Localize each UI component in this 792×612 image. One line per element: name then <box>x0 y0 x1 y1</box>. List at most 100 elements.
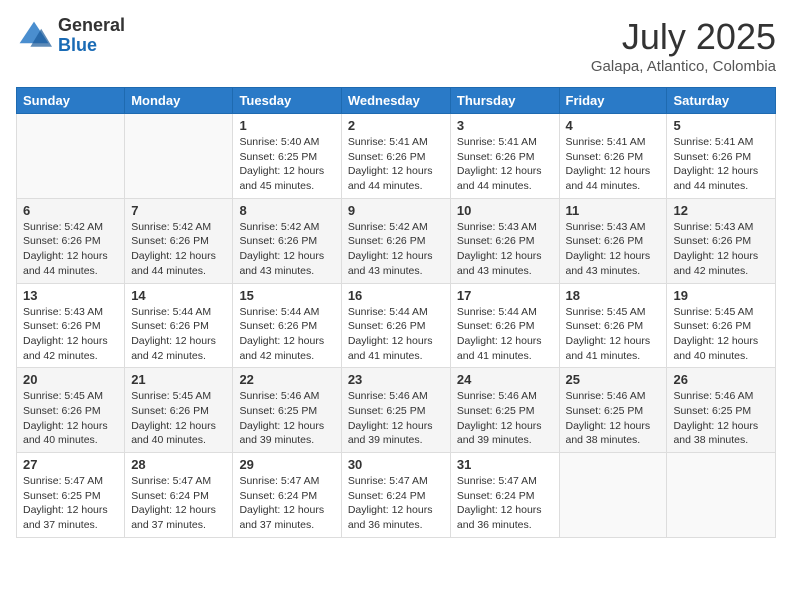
day-number: 26 <box>673 372 769 387</box>
day-number: 1 <box>239 118 334 133</box>
day-info: Sunrise: 5:47 AMSunset: 6:25 PMDaylight:… <box>23 474 118 533</box>
logo-icon <box>16 18 52 54</box>
day-number: 18 <box>566 288 661 303</box>
day-info: Sunrise: 5:44 AMSunset: 6:26 PMDaylight:… <box>239 305 334 364</box>
logo-general-text: General <box>58 16 125 36</box>
day-info: Sunrise: 5:47 AMSunset: 6:24 PMDaylight:… <box>348 474 444 533</box>
day-number: 30 <box>348 457 444 472</box>
day-number: 23 <box>348 372 444 387</box>
day-info: Sunrise: 5:45 AMSunset: 6:26 PMDaylight:… <box>673 305 769 364</box>
calendar-cell: 26 Sunrise: 5:46 AMSunset: 6:25 PMDayligh… <box>667 368 776 453</box>
title-block: July 2025 Galapa, Atlantico, Colombia <box>591 16 776 75</box>
day-info: Sunrise: 5:43 AMSunset: 6:26 PMDaylight:… <box>457 220 553 279</box>
day-info: Sunrise: 5:44 AMSunset: 6:26 PMDaylight:… <box>131 305 226 364</box>
day-info: Sunrise: 5:42 AMSunset: 6:26 PMDaylight:… <box>23 220 118 279</box>
calendar-cell: 10Sunrise: 5:43 AMSunset: 6:26 PMDayligh… <box>450 198 559 283</box>
day-number: 3 <box>457 118 553 133</box>
weekday-header: Wednesday <box>341 88 450 114</box>
day-number: 5 <box>673 118 769 133</box>
day-info: Sunrise: 5:40 AMSunset: 6:25 PMDaylight:… <box>239 135 334 194</box>
day-number: 29 <box>239 457 334 472</box>
day-number: 28 <box>131 457 226 472</box>
weekday-header: Thursday <box>450 88 559 114</box>
logo: General Blue <box>16 16 125 56</box>
calendar-week-row: 6Sunrise: 5:42 AMSunset: 6:26 PMDaylight… <box>17 198 776 283</box>
calendar-cell: 9 Sunrise: 5:42 AMSunset: 6:26 PMDaylight… <box>341 198 450 283</box>
day-number: 17 <box>457 288 553 303</box>
calendar-cell: 4 Sunrise: 5:41 AMSunset: 6:26 PMDaylight… <box>559 114 667 199</box>
day-number: 11 <box>566 203 661 218</box>
month-title: July 2025 <box>591 16 776 58</box>
weekday-header: Monday <box>125 88 233 114</box>
calendar-cell: 6Sunrise: 5:42 AMSunset: 6:26 PMDaylight… <box>17 198 125 283</box>
calendar-cell: 27Sunrise: 5:47 AMSunset: 6:25 PMDayligh… <box>17 453 125 538</box>
logo-text: General Blue <box>58 16 125 56</box>
calendar-cell: 18 Sunrise: 5:45 AMSunset: 6:26 PMDayligh… <box>559 283 667 368</box>
page-header: General Blue July 2025 Galapa, Atlantico… <box>16 16 776 75</box>
day-number: 12 <box>673 203 769 218</box>
day-info: Sunrise: 5:41 AMSunset: 6:26 PMDaylight:… <box>673 135 769 194</box>
calendar-cell: 24Sunrise: 5:46 AMSunset: 6:25 PMDayligh… <box>450 368 559 453</box>
calendar-cell: 7Sunrise: 5:42 AMSunset: 6:26 PMDaylight… <box>125 198 233 283</box>
day-info: Sunrise: 5:41 AMSunset: 6:26 PMDaylight:… <box>566 135 661 194</box>
day-info: Sunrise: 5:46 AMSunset: 6:25 PMDaylight:… <box>239 389 334 448</box>
day-number: 9 <box>348 203 444 218</box>
calendar-cell: 3 Sunrise: 5:41 AMSunset: 6:26 PMDaylight… <box>450 114 559 199</box>
calendar-cell: 16 Sunrise: 5:44 AMSunset: 6:26 PMDayligh… <box>341 283 450 368</box>
day-info: Sunrise: 5:47 AMSunset: 6:24 PMDaylight:… <box>131 474 226 533</box>
calendar-cell: 14 Sunrise: 5:44 AMSunset: 6:26 PMDayligh… <box>125 283 233 368</box>
calendar-cell: 12 Sunrise: 5:43 AMSunset: 6:26 PMDayligh… <box>667 198 776 283</box>
calendar-cell: 8Sunrise: 5:42 AMSunset: 6:26 PMDaylight… <box>233 198 341 283</box>
day-info: Sunrise: 5:45 AMSunset: 6:26 PMDaylight:… <box>566 305 661 364</box>
day-number: 7 <box>131 203 226 218</box>
calendar-cell: 28 Sunrise: 5:47 AMSunset: 6:24 PMDayligh… <box>125 453 233 538</box>
day-info: Sunrise: 5:41 AMSunset: 6:26 PMDaylight:… <box>457 135 553 194</box>
calendar-cell: 31Sunrise: 5:47 AMSunset: 6:24 PMDayligh… <box>450 453 559 538</box>
calendar-header-row: SundayMondayTuesdayWednesdayThursdayFrid… <box>17 88 776 114</box>
day-info: Sunrise: 5:46 AMSunset: 6:25 PMDaylight:… <box>673 389 769 448</box>
day-number: 20 <box>23 372 118 387</box>
day-number: 14 <box>131 288 226 303</box>
calendar-cell: 19 Sunrise: 5:45 AMSunset: 6:26 PMDayligh… <box>667 283 776 368</box>
calendar-week-row: 20 Sunrise: 5:45 AMSunset: 6:26 PMDayligh… <box>17 368 776 453</box>
day-info: Sunrise: 5:43 AMSunset: 6:26 PMDaylight:… <box>566 220 661 279</box>
calendar-cell: 29Sunrise: 5:47 AMSunset: 6:24 PMDayligh… <box>233 453 341 538</box>
calendar-cell: 30 Sunrise: 5:47 AMSunset: 6:24 PMDayligh… <box>341 453 450 538</box>
calendar-cell: 22 Sunrise: 5:46 AMSunset: 6:25 PMDayligh… <box>233 368 341 453</box>
day-info: Sunrise: 5:44 AMSunset: 6:26 PMDaylight:… <box>348 305 444 364</box>
calendar-cell: 11 Sunrise: 5:43 AMSunset: 6:26 PMDayligh… <box>559 198 667 283</box>
calendar-table: SundayMondayTuesdayWednesdayThursdayFrid… <box>16 87 776 538</box>
weekday-header: Sunday <box>17 88 125 114</box>
day-info: Sunrise: 5:43 AMSunset: 6:26 PMDaylight:… <box>23 305 118 364</box>
calendar-cell: 13 Sunrise: 5:43 AMSunset: 6:26 PMDayligh… <box>17 283 125 368</box>
day-info: Sunrise: 5:42 AMSunset: 6:26 PMDaylight:… <box>348 220 444 279</box>
calendar-cell: 21Sunrise: 5:45 AMSunset: 6:26 PMDayligh… <box>125 368 233 453</box>
day-number: 13 <box>23 288 118 303</box>
day-number: 25 <box>566 372 661 387</box>
day-info: Sunrise: 5:45 AMSunset: 6:26 PMDaylight:… <box>23 389 118 448</box>
calendar-week-row: 13 Sunrise: 5:43 AMSunset: 6:26 PMDayligh… <box>17 283 776 368</box>
weekday-header: Friday <box>559 88 667 114</box>
calendar-cell: 23Sunrise: 5:46 AMSunset: 6:25 PMDayligh… <box>341 368 450 453</box>
day-info: Sunrise: 5:46 AMSunset: 6:25 PMDaylight:… <box>457 389 553 448</box>
day-number: 4 <box>566 118 661 133</box>
day-info: Sunrise: 5:41 AMSunset: 6:26 PMDaylight:… <box>348 135 444 194</box>
location-text: Galapa, Atlantico, Colombia <box>591 58 776 75</box>
day-info: Sunrise: 5:43 AMSunset: 6:26 PMDaylight:… <box>673 220 769 279</box>
day-number: 21 <box>131 372 226 387</box>
weekday-header: Tuesday <box>233 88 341 114</box>
logo-blue-text: Blue <box>58 36 125 56</box>
day-number: 22 <box>239 372 334 387</box>
calendar-cell: 25Sunrise: 5:46 AMSunset: 6:25 PMDayligh… <box>559 368 667 453</box>
calendar-cell: 15Sunrise: 5:44 AMSunset: 6:26 PMDayligh… <box>233 283 341 368</box>
day-number: 2 <box>348 118 444 133</box>
day-info: Sunrise: 5:44 AMSunset: 6:26 PMDaylight:… <box>457 305 553 364</box>
day-number: 19 <box>673 288 769 303</box>
calendar-week-row: 27Sunrise: 5:47 AMSunset: 6:25 PMDayligh… <box>17 453 776 538</box>
day-info: Sunrise: 5:47 AMSunset: 6:24 PMDaylight:… <box>457 474 553 533</box>
calendar-cell <box>667 453 776 538</box>
day-number: 16 <box>348 288 444 303</box>
weekday-header: Saturday <box>667 88 776 114</box>
calendar-cell: 2 Sunrise: 5:41 AMSunset: 6:26 PMDaylight… <box>341 114 450 199</box>
day-number: 8 <box>239 203 334 218</box>
